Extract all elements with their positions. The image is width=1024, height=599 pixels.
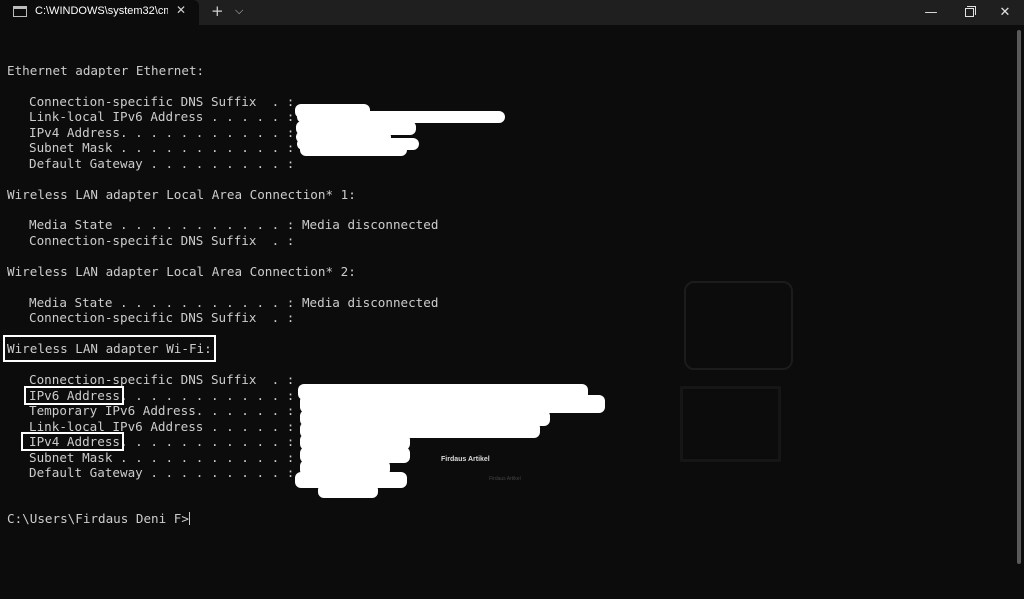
lac2-dns-suffix: Connection-specific DNS Suffix . : [29,310,295,325]
tab-cmd[interactable]: C:\WINDOWS\system32\cmd. ✕ [0,0,199,25]
prompt-text: C:\Users\Firdaus Deni F> [7,511,189,526]
scrollbar[interactable] [1017,30,1021,564]
tab-title: C:\WINDOWS\system32\cmd. [35,5,168,17]
text-cursor [188,512,190,525]
lac1-dns-suffix: Connection-specific DNS Suffix . : [29,233,295,248]
tab-close-button[interactable]: ✕ [176,3,186,17]
restore-icon [964,6,976,17]
watermark-sub: Firdaus Artikel [489,476,521,482]
chevron-down-icon[interactable]: ⌵ [235,4,243,18]
wifi-header-highlight [3,335,216,362]
command-prompt[interactable]: C:\Users\Firdaus Deni F> [7,511,190,526]
ethernet-header: Ethernet adapter Ethernet: [7,63,205,78]
title-bar: C:\WINDOWS\system32\cmd. ✕ + ⌵ — ✕ [0,0,1024,25]
lac1-media-state: Media State . . . . . . . . . . . : Medi… [29,217,439,232]
eth-ipv4: IPv4 Address. . . . . . . . . . . : [29,125,295,140]
maximize-button[interactable] [950,0,988,25]
ipv4-highlight [21,432,124,451]
eth-dns-suffix: Connection-specific DNS Suffix . : [29,94,295,109]
terminal-icon [13,6,27,17]
new-tab-button[interactable]: + [211,2,224,20]
ipv6-highlight [24,386,124,405]
watermark-main: Firdaus Artikel [441,456,490,463]
lac2-header: Wireless LAN adapter Local Area Connecti… [7,264,356,279]
eth-gateway: Default Gateway . . . . . . . . . : [29,156,295,171]
lac1-header: Wireless LAN adapter Local Area Connecti… [7,187,356,202]
close-button[interactable]: ✕ [986,0,1024,25]
eth-link-local: Link-local IPv6 Address . . . . . : [29,109,295,124]
eth-subnet: Subnet Mask . . . . . . . . . . . : [29,140,295,155]
overlay-frame-square [680,386,781,462]
wifi-gateway: Default Gateway . . . . . . . . . : [29,465,295,480]
wifi-dns-suffix: Connection-specific DNS Suffix . : [29,372,295,387]
lac2-media-state: Media State . . . . . . . . . . . : Medi… [29,295,439,310]
wifi-subnet: Subnet Mask . . . . . . . . . . . : [29,450,295,465]
minimize-button[interactable]: — [912,0,950,25]
overlay-frame-rounded [684,281,793,370]
wifi-temp-ipv6: Temporary IPv6 Address. . . . . . : [29,403,295,418]
